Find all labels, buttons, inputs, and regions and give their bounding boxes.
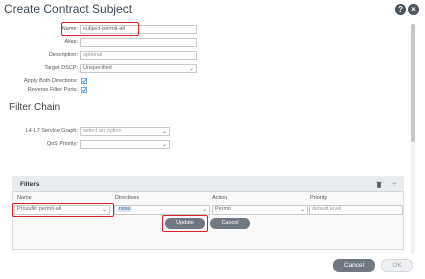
alias-input[interactable] xyxy=(80,38,197,47)
chevron-down-icon: ⌄ xyxy=(161,129,167,135)
chevron-down-icon: ⌄ xyxy=(161,142,167,148)
chevron-down-icon: ⌄ xyxy=(188,66,194,72)
filter-chain-title: Filter Chain xyxy=(9,102,61,113)
name-highlight xyxy=(61,22,139,36)
plus-icon[interactable]: + xyxy=(392,179,397,188)
trash-icon[interactable] xyxy=(376,181,382,188)
chevron-down-icon: ⌄ xyxy=(299,207,305,213)
apply-both-directions-checkbox[interactable] xyxy=(81,78,87,84)
column-header-directives: Directives xyxy=(115,195,140,201)
action-value: Permit xyxy=(215,206,231,212)
column-header-priority: Priority xyxy=(310,195,328,201)
apply-both-directions-label: Apply Both Directions: xyxy=(23,78,78,84)
filters-title: Filters xyxy=(20,181,40,188)
help-icon[interactable]: ? xyxy=(395,4,406,15)
close-icon[interactable]: × xyxy=(408,4,419,15)
qos-priority-select[interactable]: ⌄ xyxy=(80,140,170,149)
qos-priority-label: QoS Priority: xyxy=(46,141,78,147)
column-header-name: Name xyxy=(17,195,32,201)
dialog-title: Create Contract Subject xyxy=(4,2,133,16)
priority-placeholder: default level xyxy=(312,206,342,212)
scrollbar-thumb[interactable] xyxy=(411,24,415,142)
filters-header xyxy=(12,176,404,192)
action-select[interactable]: Permit ⌄ xyxy=(212,205,308,215)
directive-chip[interactable]: none xyxy=(117,206,133,212)
column-header-action: Action xyxy=(212,195,228,201)
chevron-down-icon: ⌄ xyxy=(201,207,207,213)
target-dscp-label: Target DSCP: xyxy=(44,65,78,71)
description-label: Description: xyxy=(48,52,78,58)
footer-cancel-button[interactable]: Cancel xyxy=(333,259,375,272)
service-graph-label: L4-L7 Service Graph: xyxy=(25,128,78,134)
service-graph-placeholder: select an option xyxy=(83,128,122,134)
ok-button[interactable]: OK xyxy=(381,259,413,272)
alias-label: Alias: xyxy=(64,39,78,45)
target-dscp-value: Unspecified xyxy=(83,65,112,71)
directives-select[interactable]: none ⌄ xyxy=(114,205,210,215)
service-graph-select[interactable]: select an option ⌄ xyxy=(80,127,170,136)
description-input[interactable]: optional xyxy=(80,51,197,60)
update-highlight xyxy=(162,215,208,232)
reverse-filter-ports-label: Reverse Filter Ports: xyxy=(27,87,78,93)
reverse-filter-ports-checkbox[interactable] xyxy=(81,87,87,93)
filter-cancel-button[interactable]: Cancel xyxy=(210,218,250,229)
target-dscp-select[interactable]: Unspecified ⌄ xyxy=(80,64,197,73)
priority-select[interactable]: default level xyxy=(309,205,403,215)
filter-name-highlight xyxy=(12,203,114,217)
